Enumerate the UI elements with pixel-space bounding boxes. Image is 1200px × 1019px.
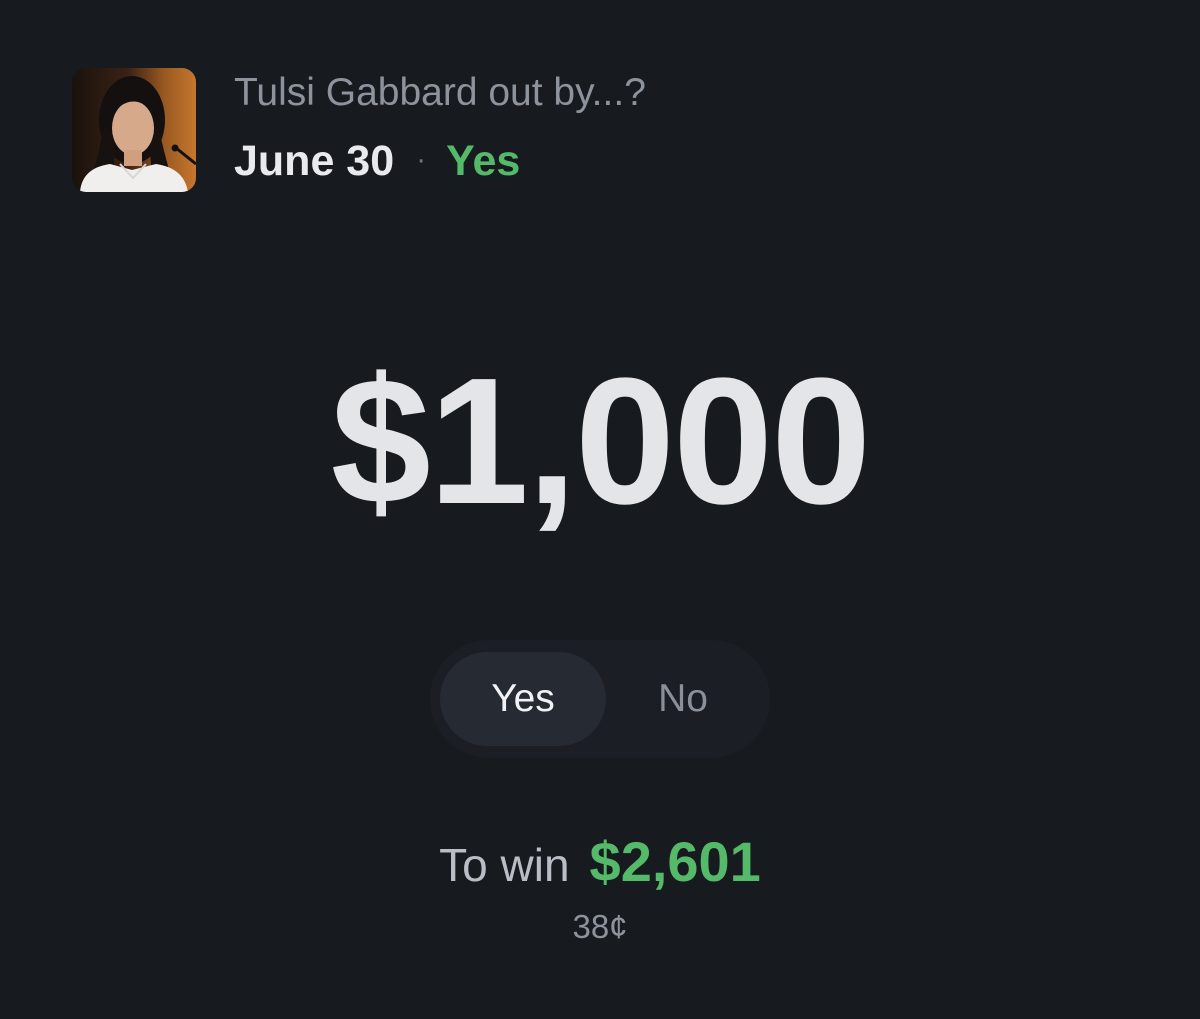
payout-row: To win $2,601	[0, 834, 1200, 890]
outcome-line: June 30 · Yes	[234, 140, 646, 183]
toggle-yes-button[interactable]: Yes	[440, 652, 606, 746]
toggle-no-button[interactable]: No	[606, 652, 760, 746]
order-amount[interactable]: $1,000	[0, 352, 1200, 532]
outcome-side: Yes	[446, 137, 521, 185]
outcome-separator: ·	[416, 142, 427, 176]
side-toggle: Yes No	[430, 640, 770, 758]
payout-label: To win	[439, 839, 570, 891]
outcome-date: June 30	[234, 137, 395, 185]
market-avatar	[72, 68, 196, 192]
market-question: Tulsi Gabbard out by...?	[234, 71, 646, 114]
market-header: Tulsi Gabbard out by...? June 30 · Yes	[72, 68, 646, 192]
share-price: 38¢	[572, 908, 628, 945]
market-header-text: Tulsi Gabbard out by...? June 30 · Yes	[234, 73, 646, 183]
payout-value: $2,601	[589, 830, 761, 893]
